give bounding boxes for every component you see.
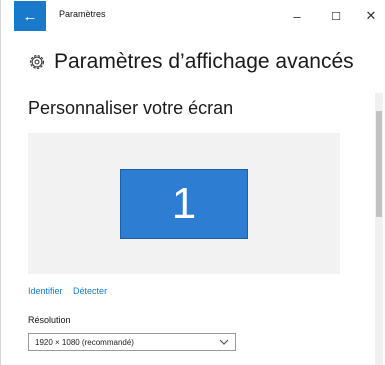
resolution-dropdown[interactable]: 1920 × 1080 (recommandé) [28, 333, 236, 351]
window-title: Paramètres [59, 9, 106, 19]
gear-icon [30, 55, 44, 69]
resolution-label: Résolution [28, 315, 71, 325]
chevron-down-icon [219, 339, 229, 345]
back-button[interactable]: ← [14, 1, 46, 31]
section-title: Personnaliser votre écran [28, 98, 234, 118]
close-button[interactable]: ✕ [356, 6, 385, 26]
display-arrangement-area: 1 [28, 133, 340, 274]
monitor-number: 1 [171, 179, 197, 228]
identify-link[interactable]: Identifier [28, 286, 63, 296]
minimize-button[interactable]: – [282, 6, 312, 26]
settings-window: ← Paramètres – ☐ ✕ Paramètres d’affichag… [0, 0, 385, 365]
scrollbar[interactable] [375, 93, 383, 365]
resolution-value: 1920 × 1080 (recommandé) [35, 337, 134, 347]
display-links: Identifier Détecter [28, 286, 115, 296]
detect-link[interactable]: Détecter [73, 286, 107, 296]
monitor-tile[interactable]: 1 [120, 169, 248, 239]
title-bar: ← Paramètres – ☐ ✕ [1, 0, 385, 31]
scrollbar-thumb[interactable] [376, 111, 382, 217]
maximize-button[interactable]: ☐ [321, 6, 351, 26]
page-heading: Paramètres d’affichage avancés [28, 50, 354, 74]
page-title: Paramètres d’affichage avancés [54, 50, 354, 73]
